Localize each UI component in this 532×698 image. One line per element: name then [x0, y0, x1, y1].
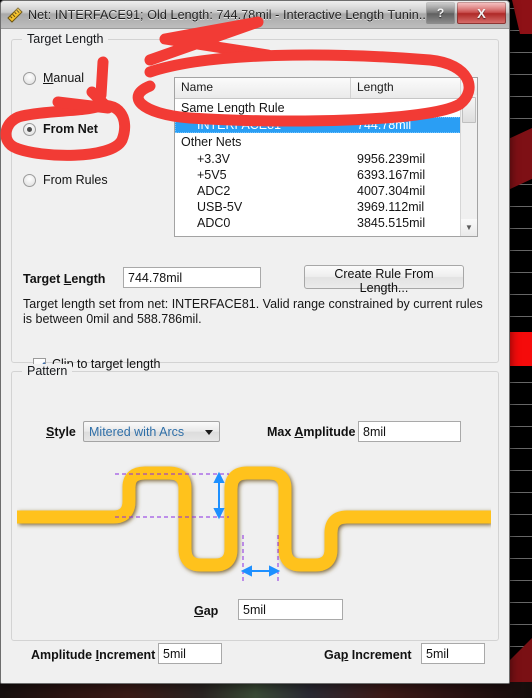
caption-buttons: ? X [424, 2, 506, 24]
background-hatch-line [508, 250, 532, 251]
radio-manual-label: Manual [43, 71, 85, 85]
net-list-row-33v[interactable]: +3.3V 9956.239mil [175, 151, 477, 167]
net-length: 744.78mil [357, 118, 412, 132]
dialog-title: Net: INTERFACE91; Old Length: 744.78mil … [28, 7, 430, 22]
net-length: 3969.112mil [357, 200, 425, 214]
gap-increment-input[interactable] [421, 643, 485, 664]
background-hatch-line [508, 624, 532, 625]
help-button[interactable]: ? [426, 2, 455, 24]
length-tuning-dialog: Net: INTERFACE91; Old Length: 744.78mil … [0, 0, 510, 684]
close-icon[interactable]: X [457, 2, 506, 24]
max-amplitude-input[interactable] [358, 421, 461, 442]
column-header-length[interactable]: Length [351, 78, 477, 98]
amplitude-increment-label: Amplitude Increment [31, 648, 156, 662]
background-hatch-line [508, 52, 532, 53]
net-list-row-adc0[interactable]: ADC0 3845.515mil [175, 215, 477, 227]
scroll-up-icon[interactable]: ▲ [461, 78, 477, 95]
screen: Net: INTERFACE91; Old Length: 744.78mil … [0, 0, 532, 698]
pattern-preview-diagram [17, 466, 491, 581]
radio-manual[interactable]: Manual [23, 71, 84, 85]
scrollbar-thumb[interactable] [462, 97, 476, 123]
net-length: 3845.515mil [357, 216, 426, 227]
background-hatch-line [508, 426, 532, 427]
background-hatch-line [508, 272, 532, 273]
amplitude-increment-input[interactable] [158, 643, 222, 664]
net-list-row-interface81[interactable]: INTERFACE81 744.78mil [175, 117, 477, 133]
net-length: 4007.304mil [357, 184, 426, 198]
target-length-input[interactable] [123, 267, 261, 288]
background-hatch-line [508, 470, 532, 471]
amplitude-dimension-arrow [213, 471, 225, 520]
net-list[interactable]: Name Length Same Length Rule INTERFACE81… [174, 77, 478, 237]
background-hatch-line [508, 316, 532, 317]
target-length-group-title: Target Length [22, 32, 109, 46]
gap-input[interactable] [238, 599, 343, 620]
net-name: ADC0 [197, 216, 231, 227]
radio-manual-control[interactable] [23, 71, 36, 85]
background-hatch-line [508, 580, 532, 581]
dialog-titlebar[interactable]: Net: INTERFACE91; Old Length: 744.78mil … [1, 1, 509, 29]
background-hatch-line [508, 514, 532, 515]
gap-dimension-arrow [240, 565, 281, 577]
net-length: 9956.239mil [357, 152, 426, 166]
net-list-row-adc2[interactable]: ADC2 4007.304mil [175, 183, 477, 199]
radio-from-net-control[interactable] [23, 122, 36, 136]
scroll-down-icon[interactable]: ▼ [461, 219, 477, 236]
dialog-body: Target Length Manual From Net From Rules… [1, 29, 509, 684]
radio-from-rules-label: From Rules [43, 173, 108, 187]
radio-from-net-label: From Net [43, 122, 98, 136]
net-list-group-same-length-rule[interactable]: Same Length Rule [175, 99, 477, 117]
gap-label: Gap [194, 604, 219, 618]
net-list-rows: Same Length Rule INTERFACE81 744.78mil O… [175, 99, 477, 227]
radio-from-rules[interactable]: From Rules [23, 173, 108, 187]
net-name: +5V5 [197, 168, 227, 182]
background-hatch-line [508, 602, 532, 603]
net-length: 6393.167mil [357, 168, 426, 182]
net-name: INTERFACE81 [197, 118, 282, 132]
max-amplitude-label: Max Amplitude [267, 425, 356, 439]
net-name: USB-5V [197, 200, 243, 214]
length-tuning-icon [7, 6, 23, 23]
background-hatch-line [508, 448, 532, 449]
background-hatch-line [508, 206, 532, 207]
background-hatch-line [508, 96, 532, 97]
net-list-header: Name Length [175, 78, 477, 99]
background-hatch-line [508, 74, 532, 75]
background-hatch-line [508, 404, 532, 405]
pattern-group-title: Pattern [22, 364, 73, 378]
target-length-hint: Target length set from net: INTERFACE81.… [23, 297, 483, 326]
style-select-value: Mitered with Arcs [89, 424, 185, 439]
background-hatch-line [508, 118, 532, 119]
background-hatch-line [508, 228, 532, 229]
target-length-label: Target Length [23, 272, 106, 286]
column-header-name[interactable]: Name [175, 78, 351, 98]
gap-increment-label: Gap Increment [324, 648, 412, 662]
background-hatch-line [508, 558, 532, 559]
chevron-down-icon [205, 430, 213, 435]
net-name: +3.3V [197, 152, 231, 166]
cancel-button[interactable]: Cancel [433, 683, 505, 684]
net-list-row-5v5[interactable]: +5V5 6393.167mil [175, 167, 477, 183]
style-label: Style [46, 425, 76, 439]
style-select[interactable]: Mitered with Arcs [83, 421, 220, 442]
net-name: ADC2 [197, 184, 231, 198]
ok-button[interactable]: OK [353, 683, 425, 684]
background-hatch-line [508, 382, 532, 383]
background-bottom-strip [0, 682, 532, 698]
radio-from-rules-control[interactable] [23, 173, 36, 187]
create-rule-from-length-button[interactable]: Create Rule From Length... [304, 265, 464, 295]
trace-path [17, 466, 491, 572]
net-list-scrollbar[interactable]: ▲ ▼ [460, 78, 477, 236]
net-list-group-other-nets[interactable]: Other Nets [175, 133, 477, 151]
background-hatch-line [508, 294, 532, 295]
radio-from-net[interactable]: From Net [23, 122, 98, 136]
background-hatch-line [508, 536, 532, 537]
net-list-row-usb5v[interactable]: USB-5V 3969.112mil [175, 199, 477, 215]
background-hatch-line [508, 492, 532, 493]
